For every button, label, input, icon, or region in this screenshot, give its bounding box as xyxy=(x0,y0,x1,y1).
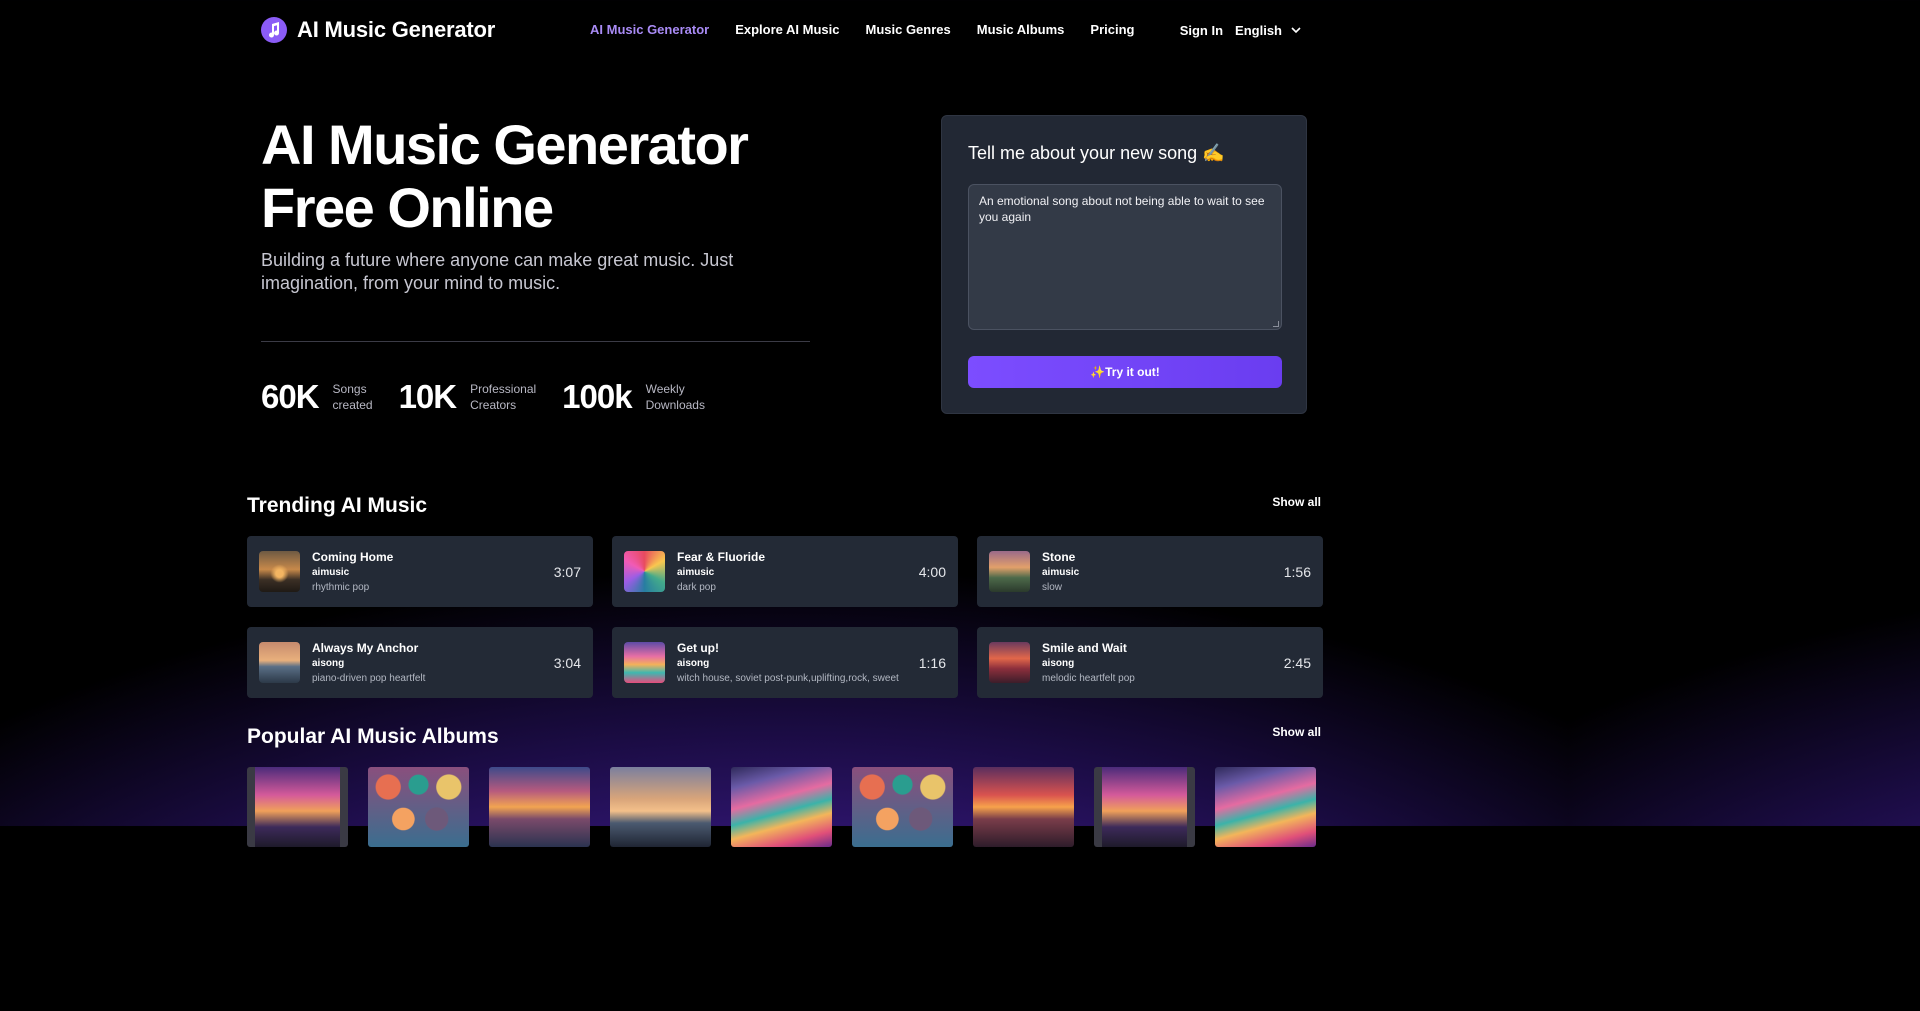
track-artist[interactable]: aisong xyxy=(1042,657,1135,671)
track-duration: 1:16 xyxy=(918,655,946,671)
album-cover[interactable] xyxy=(731,767,832,847)
trending-show-all-link[interactable]: Show all xyxy=(1272,495,1321,509)
album-cover[interactable] xyxy=(247,767,348,847)
track-genre: rhythmic pop xyxy=(312,582,370,593)
stat-label: Weekly Downloads xyxy=(645,382,705,412)
main-nav: AI Music Generator Explore AI Music Musi… xyxy=(590,22,1134,37)
track-cover-image xyxy=(989,551,1030,592)
track-genre: witch house, soviet post-punk,uplifting,… xyxy=(677,673,899,684)
album-cover[interactable] xyxy=(489,767,590,847)
track-info: Coming Home aimusic rhythmic pop xyxy=(312,550,393,595)
chevron-down-icon xyxy=(1291,27,1301,34)
track-duration: 1:56 xyxy=(1283,564,1311,580)
trending-track-grid: Coming Home aimusic rhythmic pop 3:07 Fe… xyxy=(247,536,1323,698)
track-duration: 3:04 xyxy=(553,655,581,671)
track-cover-image xyxy=(624,642,665,683)
album-cover[interactable] xyxy=(852,767,953,847)
track-info: Get up! aisong witch house, soviet post-… xyxy=(677,641,899,686)
stat-creators: 10K Professional Creators xyxy=(399,378,537,416)
logo[interactable]: AI Music Generator xyxy=(261,17,495,43)
track-cover-image xyxy=(624,551,665,592)
track-genre: slow xyxy=(1042,582,1063,593)
stat-value: 60K xyxy=(261,378,320,415)
nav-music-albums[interactable]: Music Albums xyxy=(977,22,1065,37)
stat-label: Professional Creators xyxy=(470,382,537,412)
sign-in-link[interactable]: Sign In xyxy=(1180,23,1223,38)
nav-pricing[interactable]: Pricing xyxy=(1090,22,1134,37)
track-info: Always My Anchor aisong piano-driven pop… xyxy=(312,641,425,686)
track-genre: melodic heartfelt pop xyxy=(1042,673,1135,684)
stats-row: 60K Songs created 10K Professional Creator… xyxy=(261,378,731,416)
trending-title: Trending AI Music xyxy=(247,494,428,517)
stat-value: 100k xyxy=(562,378,632,415)
hero-title-line1: AI Music Generator xyxy=(261,113,749,176)
track-artist[interactable]: aimusic xyxy=(312,566,393,580)
nav-ai-music-generator[interactable]: AI Music Generator xyxy=(590,22,709,37)
track-artist[interactable]: aimusic xyxy=(677,566,765,580)
track-cover-image xyxy=(989,642,1030,683)
song-prompt-textarea[interactable]: An emotional song about not being able t… xyxy=(968,184,1282,330)
stat-label: Songs created xyxy=(332,382,373,412)
track-duration: 3:07 xyxy=(553,564,581,580)
track-card[interactable]: Smile and Wait aisong melodic heartfelt … xyxy=(977,627,1323,698)
track-cover-image xyxy=(259,551,300,592)
album-cover[interactable] xyxy=(1094,767,1195,847)
stat-songs: 60K Songs created xyxy=(261,378,373,416)
track-info: Fear & Fluoride aimusic dark pop xyxy=(677,550,765,595)
track-genre: piano-driven pop heartfelt xyxy=(312,673,426,684)
track-duration: 2:45 xyxy=(1283,655,1311,671)
album-cover[interactable] xyxy=(973,767,1074,847)
track-title[interactable]: Get up! xyxy=(677,641,899,656)
track-title[interactable]: Coming Home xyxy=(312,550,393,565)
albums-show-all-link[interactable]: Show all xyxy=(1272,725,1321,739)
track-card[interactable]: Fear & Fluoride aimusic dark pop 4:00 xyxy=(612,536,958,607)
track-info: Smile and Wait aisong melodic heartfelt … xyxy=(1042,641,1135,686)
track-title[interactable]: Stone xyxy=(1042,550,1079,565)
track-cover-image xyxy=(259,642,300,683)
track-card[interactable]: Coming Home aimusic rhythmic pop 3:07 xyxy=(247,536,593,607)
site-header: AI Music Generator AI Music Generator Ex… xyxy=(0,0,1568,62)
track-artist[interactable]: aisong xyxy=(677,657,899,671)
resize-handle-icon[interactable] xyxy=(1273,321,1279,327)
hero-divider xyxy=(261,341,810,342)
track-title[interactable]: Fear & Fluoride xyxy=(677,550,765,565)
hero-subtitle: Building a future where anyone can make … xyxy=(261,250,734,293)
music-note-icon xyxy=(261,17,287,43)
header-actions: Sign In English xyxy=(1180,22,1304,38)
logo-text: AI Music Generator xyxy=(297,17,496,42)
song-prompt-wrapper: An emotional song about not being able t… xyxy=(968,184,1282,330)
track-artist[interactable]: aimusic xyxy=(1042,566,1079,580)
album-row xyxy=(247,767,1316,847)
stat-downloads: 100k Weekly Downloads xyxy=(562,378,705,416)
track-info: Stone aimusic slow xyxy=(1042,550,1079,595)
track-artist[interactable]: aisong xyxy=(312,657,425,671)
try-it-out-button[interactable]: ✨Try it out! xyxy=(968,356,1282,388)
nav-explore-ai-music[interactable]: Explore AI Music xyxy=(735,22,839,37)
language-label: English xyxy=(1235,22,1282,38)
song-prompt-title: Tell me about your new song ✍️ xyxy=(968,143,1225,163)
track-title[interactable]: Smile and Wait xyxy=(1042,641,1135,656)
album-cover[interactable] xyxy=(610,767,711,847)
language-selector[interactable]: English xyxy=(1235,22,1304,38)
nav-music-genres[interactable]: Music Genres xyxy=(865,22,950,37)
song-prompt-card: Tell me about your new song ✍️ An emotio… xyxy=(941,115,1307,414)
albums-title: Popular AI Music Albums xyxy=(247,725,499,748)
track-title[interactable]: Always My Anchor xyxy=(312,641,425,656)
album-cover[interactable] xyxy=(1215,767,1316,847)
stat-value: 10K xyxy=(398,378,458,415)
track-duration: 4:00 xyxy=(918,564,946,580)
track-card[interactable]: Get up! aisong witch house, soviet post-… xyxy=(612,627,958,698)
hero-title-line2: Free Online xyxy=(261,176,554,239)
track-genre: dark pop xyxy=(677,582,716,593)
hero-title: AI Music Generator Free Online xyxy=(261,113,749,239)
track-card[interactable]: Stone aimusic slow 1:56 xyxy=(977,536,1323,607)
track-card[interactable]: Always My Anchor aisong piano-driven pop… xyxy=(247,627,593,698)
album-cover[interactable] xyxy=(368,767,469,847)
